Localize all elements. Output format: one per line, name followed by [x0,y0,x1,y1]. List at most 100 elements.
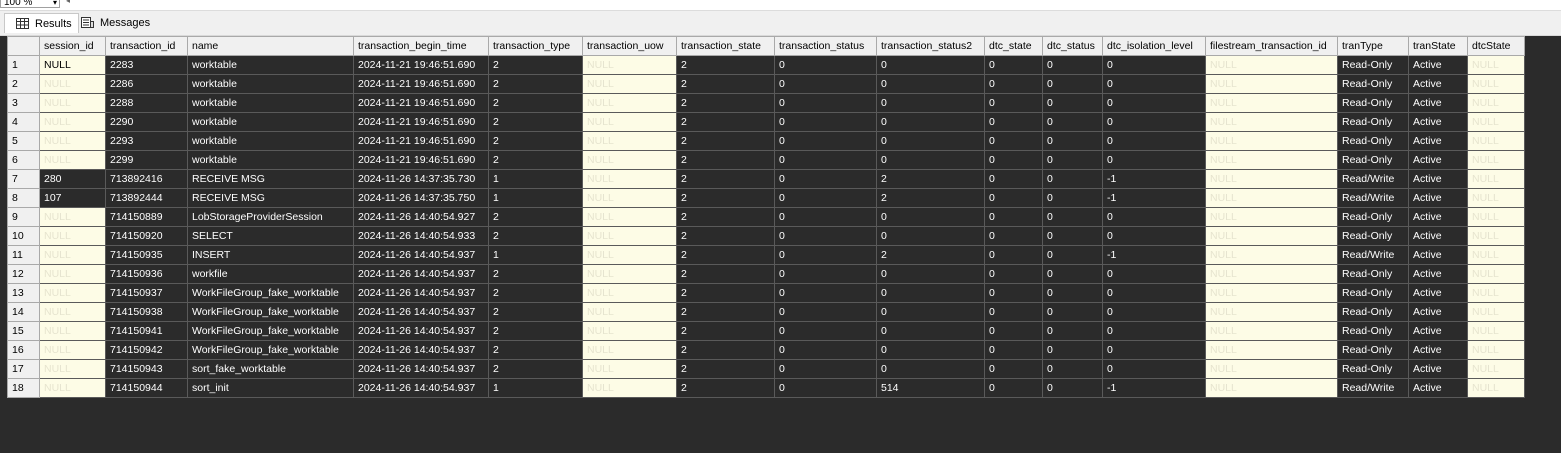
grid-cell[interactable]: 2286 [105,74,188,94]
grid-cell[interactable]: worktable [187,150,354,170]
grid-cell[interactable]: 714150944 [105,378,188,398]
column-header-transaction-state[interactable]: transaction_state [676,36,775,56]
grid-cell[interactable]: 0 [1102,93,1206,113]
grid-cell[interactable]: 2 [488,150,583,170]
grid-cell[interactable]: 0 [1042,264,1103,284]
grid-cell[interactable]: 2024-11-26 14:40:54.937 [353,359,489,379]
grid-cell[interactable]: 0 [1102,264,1206,284]
grid-cell[interactable]: 714150943 [105,359,188,379]
column-header-transaction-uow[interactable]: transaction_uow [582,36,677,56]
table-row[interactable]: 15 NULL 714150941 WorkFileGroup_fake_workta… [7,321,1525,341]
grid-cell[interactable]: NULL [1205,245,1338,265]
row-number[interactable]: 8 [7,188,40,208]
grid-cell[interactable]: 0 [1102,359,1206,379]
grid-cell[interactable]: 0 [876,264,985,284]
grid-cell[interactable]: NULL [582,74,677,94]
grid-cell[interactable]: Read-Only [1337,55,1409,75]
grid-cell[interactable]: 2 [488,226,583,246]
table-row[interactable]: 12 NULL 714150936 workfile 2024-11-26 14:40:… [7,264,1525,284]
grid-cell[interactable]: NULL [1467,302,1525,322]
grid-cell[interactable]: 0 [1042,150,1103,170]
grid-cell[interactable]: NULL [1467,283,1525,303]
grid-cell[interactable]: 0 [876,207,985,227]
grid-cell[interactable]: NULL [1205,55,1338,75]
grid-cell[interactable]: Active [1408,378,1468,398]
zoom-select[interactable]: 100 % ▾ [0,0,60,8]
grid-cell[interactable]: 0 [984,226,1043,246]
grid-cell[interactable]: 2 [676,93,775,113]
grid-cell[interactable]: 2 [876,169,985,189]
grid-cell[interactable]: Active [1408,283,1468,303]
grid-cell[interactable]: 2299 [105,150,188,170]
grid-cell[interactable]: 2024-11-26 14:40:54.937 [353,302,489,322]
grid-cell[interactable]: 2024-11-26 14:40:54.937 [353,340,489,360]
column-header-dtc-status[interactable]: dtc_status [1042,36,1103,56]
grid-cell[interactable]: 0 [876,226,985,246]
grid-cell[interactable]: 2 [676,74,775,94]
grid-cell[interactable]: SELECT [187,226,354,246]
grid-cell[interactable]: Active [1408,302,1468,322]
grid-cell[interactable]: 2024-11-26 14:40:54.937 [353,264,489,284]
grid-cell[interactable]: 0 [774,340,877,360]
grid-cell[interactable]: NULL [1467,55,1525,75]
grid-cell[interactable]: NULL [39,74,106,94]
grid-cell[interactable]: -1 [1102,188,1206,208]
grid-cell[interactable]: NULL [1467,74,1525,94]
grid-cell[interactable]: 0 [1102,131,1206,151]
grid-cell[interactable]: 2 [488,112,583,132]
grid-cell[interactable]: 0 [1042,226,1103,246]
tab-messages[interactable]: Messages [70,13,156,33]
grid-cell[interactable]: NULL [582,93,677,113]
grid-cell[interactable]: NULL [1467,378,1525,398]
grid-cell[interactable]: INSERT [187,245,354,265]
grid-cell[interactable]: Read-Only [1337,74,1409,94]
grid-cell[interactable]: Read-Only [1337,150,1409,170]
grid-cell[interactable]: 2288 [105,93,188,113]
grid-cell[interactable]: -1 [1102,245,1206,265]
grid-cell[interactable]: 0 [1042,55,1103,75]
grid-cell[interactable]: 2 [488,321,583,341]
grid-cell[interactable]: 0 [984,378,1043,398]
grid-cell[interactable]: worktable [187,131,354,151]
grid-cell[interactable]: 2024-11-26 14:37:35.750 [353,188,489,208]
grid-cell[interactable]: worktable [187,55,354,75]
grid-cell[interactable]: 2 [676,188,775,208]
grid-cell[interactable]: 0 [984,150,1043,170]
grid-cell[interactable]: 0 [774,378,877,398]
grid-cell[interactable]: 0 [774,321,877,341]
grid-cell[interactable]: 2024-11-21 19:46:51.690 [353,74,489,94]
row-number[interactable]: 10 [7,226,40,246]
row-number[interactable]: 15 [7,321,40,341]
table-row[interactable]: 5 NULL 2293 worktable 2024-11-21 19:46:51.69… [7,131,1525,151]
grid-cell[interactable]: 2 [676,359,775,379]
grid-cell[interactable]: 2 [488,283,583,303]
grid-cell[interactable]: NULL [1467,245,1525,265]
grid-cell[interactable]: WorkFileGroup_fake_worktable [187,283,354,303]
grid-cell[interactable]: 2 [676,226,775,246]
grid-cell[interactable]: 713892444 [105,188,188,208]
grid-cell[interactable]: 1 [488,169,583,189]
grid-cell[interactable]: NULL [582,150,677,170]
table-row[interactable]: 6 NULL 2299 worktable 2024-11-21 19:46:51.69… [7,150,1525,170]
grid-cell[interactable]: Active [1408,340,1468,360]
grid-cell[interactable]: NULL [1467,226,1525,246]
grid-cell[interactable]: 713892416 [105,169,188,189]
grid-cell[interactable]: Active [1408,150,1468,170]
grid-cell[interactable]: 0 [984,340,1043,360]
grid-cell[interactable]: 2024-11-26 14:40:54.933 [353,226,489,246]
row-number[interactable]: 2 [7,74,40,94]
grid-cell[interactable]: Read-Only [1337,93,1409,113]
grid-cell[interactable]: 2024-11-21 19:46:51.690 [353,112,489,132]
grid-cell[interactable]: 0 [774,55,877,75]
grid-cell[interactable]: NULL [39,55,106,75]
grid-cell[interactable]: NULL [39,302,106,322]
grid-cell[interactable]: 2024-11-21 19:46:51.690 [353,150,489,170]
row-number[interactable]: 16 [7,340,40,360]
grid-cell[interactable]: 2 [488,264,583,284]
grid-cell[interactable]: 2 [676,169,775,189]
grid-cell[interactable]: 0 [774,188,877,208]
grid-cell[interactable]: 0 [774,150,877,170]
grid-cell[interactable]: NULL [39,264,106,284]
grid-cell[interactable]: 0 [876,93,985,113]
grid-cell[interactable]: Active [1408,359,1468,379]
